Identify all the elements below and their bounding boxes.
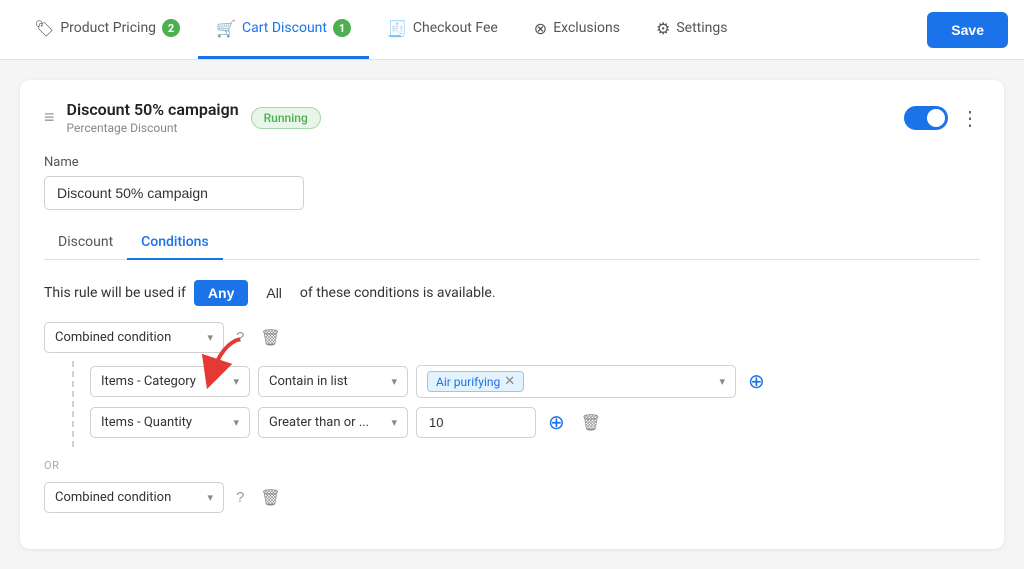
sub-tabs: Discount Conditions	[44, 226, 980, 260]
combined-row-1: Combined condition ▾ ? 🗑	[44, 322, 980, 353]
card-header: ≡ Discount 50% campaign Percentage Disco…	[44, 100, 980, 135]
tag-close-icon[interactable]: ✕	[504, 374, 515, 389]
chevron-down-icon: ▾	[391, 416, 397, 429]
tab-conditions[interactable]: Conditions	[127, 226, 223, 260]
card-title-block: Discount 50% campaign Percentage Discoun…	[67, 100, 239, 135]
chevron-down-icon: ▾	[233, 375, 239, 388]
all-button[interactable]: All	[256, 280, 292, 306]
drag-handle-icon[interactable]: ≡	[44, 107, 55, 128]
settings-icon: ⚙	[656, 19, 670, 38]
field-select-quantity[interactable]: Items - Quantity ▾	[90, 407, 250, 438]
operator-select-contain[interactable]: Contain in list ▾	[258, 366, 408, 397]
top-navigation: 🏷 Product Pricing 2 🛒 Cart Discount 1 🧾 …	[0, 0, 1024, 60]
card-title: Discount 50% campaign	[67, 100, 239, 119]
operator-select-greater[interactable]: Greater than or ... ▾	[258, 407, 408, 438]
tab-checkout-fee[interactable]: 🧾 Checkout Fee	[369, 0, 516, 59]
toggle-switch[interactable]	[904, 106, 948, 130]
more-options-icon[interactable]: ⋮	[960, 106, 980, 130]
edit-sub-condition-button[interactable]: ⊕	[544, 406, 569, 439]
discount-card: ≡ Discount 50% campaign Percentage Disco…	[20, 80, 1004, 549]
chevron-down-icon: ▾	[233, 416, 239, 429]
card-actions: ⋮	[904, 106, 980, 130]
chevron-down-icon: ▾	[207, 491, 213, 504]
tab-discount[interactable]: Discount	[44, 226, 127, 260]
combined-condition-block-1: Combined condition ▾ ? 🗑 Items - Categor…	[44, 322, 980, 447]
combined-condition-block-2: Combined condition ▾ ? 🗑	[44, 482, 980, 513]
combined-row-2: Combined condition ▾ ? 🗑	[44, 482, 980, 513]
tag-input-category[interactable]: Air purifying ✕ ▾	[416, 365, 736, 398]
delete-button-2[interactable]: 🗑	[256, 484, 284, 512]
add-sub-condition-button[interactable]: ⊕	[744, 365, 769, 398]
sub-condition-row-1: Items - Category ▾ Contain in list ▾ Air…	[90, 365, 980, 398]
status-badge: Running	[251, 107, 321, 129]
conditions-rule-row: This rule will be used if Any All of the…	[44, 280, 980, 306]
tab-cart-discount[interactable]: 🛒 Cart Discount 1	[198, 0, 369, 59]
product-pricing-icon: 🏷	[34, 19, 54, 38]
sub-condition-row-2: Items - Quantity ▾ Greater than or ... ▾…	[90, 406, 980, 439]
combined-condition-select-2[interactable]: Combined condition ▾	[44, 482, 224, 513]
sub-conditions-list: Items - Category ▾ Contain in list ▾ Air…	[72, 361, 980, 447]
delete-button-1[interactable]: 🗑	[256, 324, 284, 352]
delete-sub-condition-button[interactable]: 🗑	[577, 409, 605, 437]
name-label: Name	[44, 155, 980, 170]
help-button-1[interactable]: ?	[232, 325, 248, 350]
tag-dropdown-icon: ▾	[719, 375, 725, 388]
combined-condition-select-1[interactable]: Combined condition ▾	[44, 322, 224, 353]
checkout-fee-icon: 🧾	[387, 19, 407, 38]
nav-tabs: 🏷 Product Pricing 2 🛒 Cart Discount 1 🧾 …	[16, 0, 927, 59]
any-button[interactable]: Any	[194, 280, 248, 306]
name-field-group: Name	[44, 155, 980, 210]
tab-product-pricing[interactable]: 🏷 Product Pricing 2	[16, 0, 198, 59]
field-select-category[interactable]: Items - Category ▾	[90, 366, 250, 397]
save-button[interactable]: Save	[927, 12, 1008, 48]
name-input[interactable]	[44, 176, 304, 210]
card-subtitle: Percentage Discount	[67, 121, 239, 135]
tag-air-purifying: Air purifying ✕	[427, 371, 524, 392]
exclusions-icon: ⊗	[534, 19, 547, 38]
main-content: ≡ Discount 50% campaign Percentage Disco…	[0, 60, 1024, 569]
or-divider: OR	[44, 459, 980, 472]
tab-exclusions[interactable]: ⊗ Exclusions	[516, 0, 638, 59]
card-header-left: ≡ Discount 50% campaign Percentage Disco…	[44, 100, 892, 135]
conditions-content: This rule will be used if Any All of the…	[44, 280, 980, 513]
chevron-down-icon: ▾	[207, 331, 213, 344]
chevron-down-icon: ▾	[391, 375, 397, 388]
quantity-input[interactable]	[416, 407, 536, 438]
help-button-2[interactable]: ?	[232, 485, 248, 510]
tab-settings[interactable]: ⚙ Settings	[638, 0, 745, 59]
rule-prefix-text: This rule will be used if	[44, 285, 186, 301]
cart-discount-icon: 🛒	[216, 19, 236, 38]
rule-suffix-text: of these conditions is available.	[300, 285, 496, 301]
